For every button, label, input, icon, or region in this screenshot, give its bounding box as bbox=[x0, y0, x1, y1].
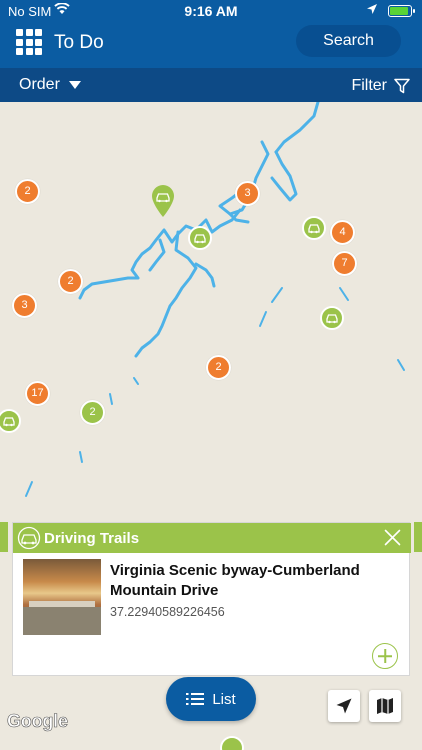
page-title: To Do bbox=[54, 32, 104, 53]
list-label: List bbox=[212, 690, 236, 708]
add-button[interactable] bbox=[372, 643, 398, 669]
card-band bbox=[414, 522, 422, 552]
app-header: To Do Search bbox=[0, 22, 422, 68]
map-icon bbox=[377, 698, 393, 714]
card-header: Driving Trails bbox=[13, 523, 411, 553]
cluster-marker[interactable]: 2 bbox=[206, 355, 231, 380]
cluster-marker[interactable]: 3 bbox=[235, 181, 260, 206]
google-attribution: Google bbox=[7, 711, 69, 732]
driving-trail-marker[interactable] bbox=[188, 226, 212, 250]
status-bar: No SIM 9:16 AM bbox=[0, 0, 422, 22]
clock: 9:16 AM bbox=[184, 3, 238, 19]
map-type-button[interactable] bbox=[369, 690, 401, 722]
car-icon bbox=[3, 417, 15, 427]
search-button[interactable]: Search bbox=[296, 25, 401, 57]
caret-down-icon bbox=[68, 81, 81, 89]
driving-trail-marker[interactable] bbox=[302, 216, 326, 240]
cluster-marker[interactable]: 17 bbox=[25, 381, 50, 406]
car-icon bbox=[326, 314, 338, 324]
cluster-marker[interactable]: 4 bbox=[330, 220, 355, 245]
navigation-arrow-icon bbox=[336, 698, 352, 714]
my-location-button[interactable] bbox=[328, 690, 360, 722]
funnel-icon bbox=[394, 78, 410, 94]
order-label: Order bbox=[19, 76, 60, 93]
filter-label: Filter bbox=[351, 77, 387, 94]
cluster-marker[interactable]: 2 bbox=[15, 179, 40, 204]
car-icon bbox=[194, 234, 206, 244]
location-arrow-icon bbox=[366, 3, 378, 18]
driving-trail-marker[interactable] bbox=[320, 306, 344, 330]
car-icon bbox=[308, 224, 320, 234]
cluster-marker[interactable]: 7 bbox=[332, 251, 357, 276]
place-name[interactable]: Virginia Scenic byway-Cumberland Mountai… bbox=[110, 561, 400, 601]
close-icon[interactable] bbox=[384, 529, 401, 546]
place-card[interactable]: Driving Trails Virginia Scenic byway-Cum… bbox=[12, 522, 411, 676]
filter-button[interactable]: Filter bbox=[351, 77, 410, 95]
cluster-marker[interactable]: 3 bbox=[12, 293, 37, 318]
place-coordinate: 37.22940589226456 bbox=[110, 605, 225, 619]
list-icon bbox=[186, 693, 205, 705]
cluster-marker[interactable]: 2 bbox=[80, 400, 105, 425]
battery-icon bbox=[388, 5, 415, 17]
sort-filter-bar: Order Filter bbox=[0, 68, 422, 102]
card-band bbox=[0, 522, 8, 552]
place-thumbnail[interactable] bbox=[23, 559, 101, 635]
driving-trails-icon bbox=[17, 526, 41, 550]
cluster-marker[interactable]: 2 bbox=[58, 269, 83, 294]
order-dropdown[interactable]: Order bbox=[19, 76, 81, 94]
selected-map-pin-icon[interactable] bbox=[151, 184, 175, 218]
list-view-button[interactable]: List bbox=[166, 677, 256, 721]
apps-grid-icon[interactable] bbox=[16, 29, 42, 55]
card-category: Driving Trails bbox=[44, 530, 140, 547]
